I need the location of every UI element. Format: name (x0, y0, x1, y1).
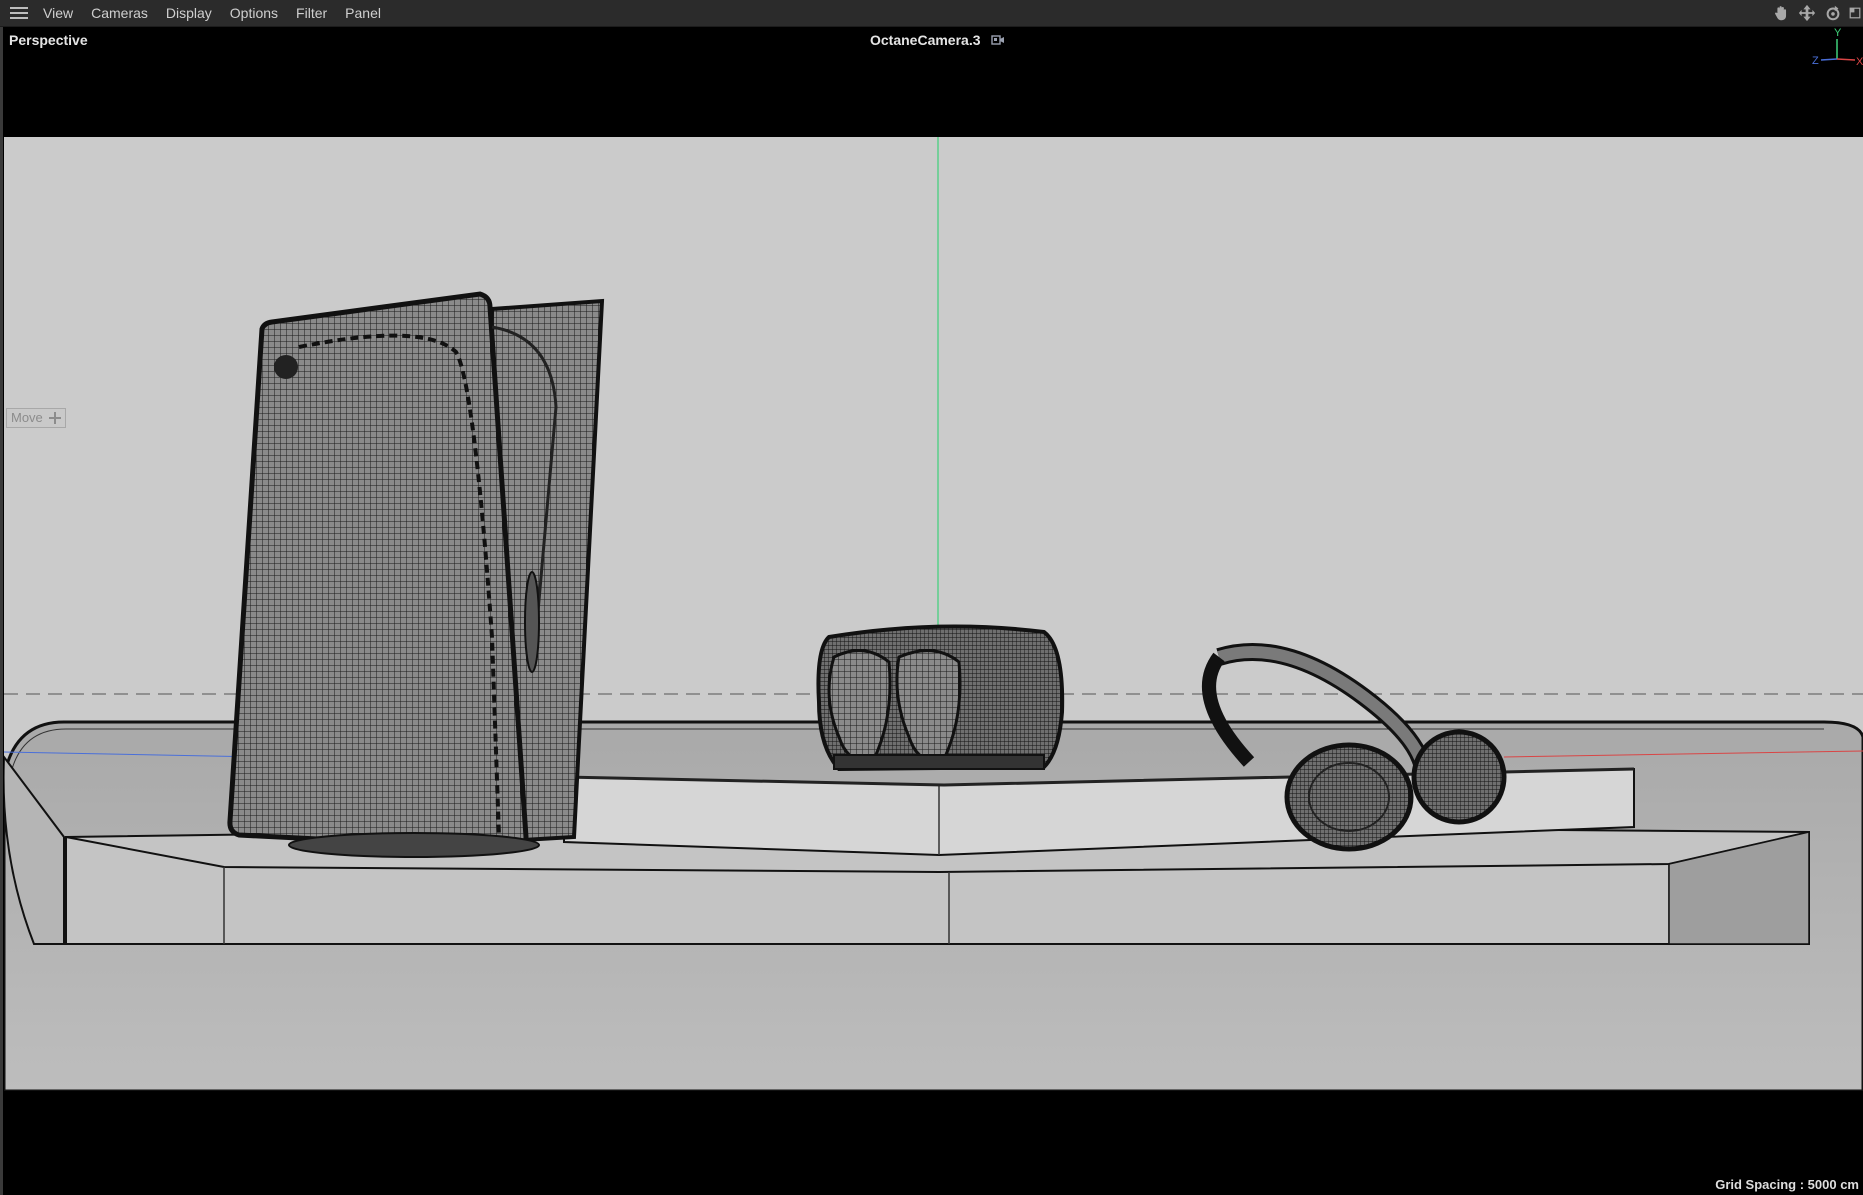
move-tool-hud[interactable]: Move (6, 408, 66, 428)
menu-view[interactable]: View (34, 0, 82, 26)
viewport-navigation-tools (1771, 0, 1863, 26)
axis-gizmo-icon: Y Z X (1812, 27, 1863, 68)
pan-hand-icon[interactable] (1771, 3, 1791, 23)
grid-spacing-readout: Grid Spacing : 5000 cm (1715, 1177, 1859, 1192)
hamburger-menu-icon[interactable] (4, 0, 34, 26)
axis-x-label: X (1856, 56, 1863, 68)
move-cross-icon (48, 412, 61, 424)
camera-name-text: OctaneCamera.3 (870, 32, 981, 48)
view-name-label: Perspective (9, 32, 88, 48)
3d-viewport[interactable]: Perspective OctaneCamera.3 Y Z X Move Gr… (0, 27, 1863, 1195)
camera-link-icon[interactable] (990, 34, 1005, 46)
maximize-icon[interactable] (1849, 3, 1861, 23)
scene-drawing (4, 137, 1863, 1091)
axis-y-label: Y (1834, 27, 1842, 39)
axis-z-label: Z (1812, 55, 1819, 67)
rotate-icon[interactable] (1823, 3, 1843, 23)
menu-panel[interactable]: Panel (336, 0, 390, 26)
active-camera-label[interactable]: OctaneCamera.3 (870, 32, 1005, 48)
menu-options[interactable]: Options (221, 0, 287, 26)
viewport-menubar: View Cameras Display Options Filter Pane… (0, 0, 1863, 27)
move-arrows-icon[interactable] (1797, 3, 1817, 23)
menu-filter[interactable]: Filter (287, 0, 336, 26)
move-hud-label: Move (11, 410, 43, 425)
scene-render[interactable] (4, 137, 1863, 1091)
menu-cameras[interactable]: Cameras (82, 0, 157, 26)
menu-display[interactable]: Display (157, 0, 221, 26)
viewport-border (0, 27, 3, 1195)
